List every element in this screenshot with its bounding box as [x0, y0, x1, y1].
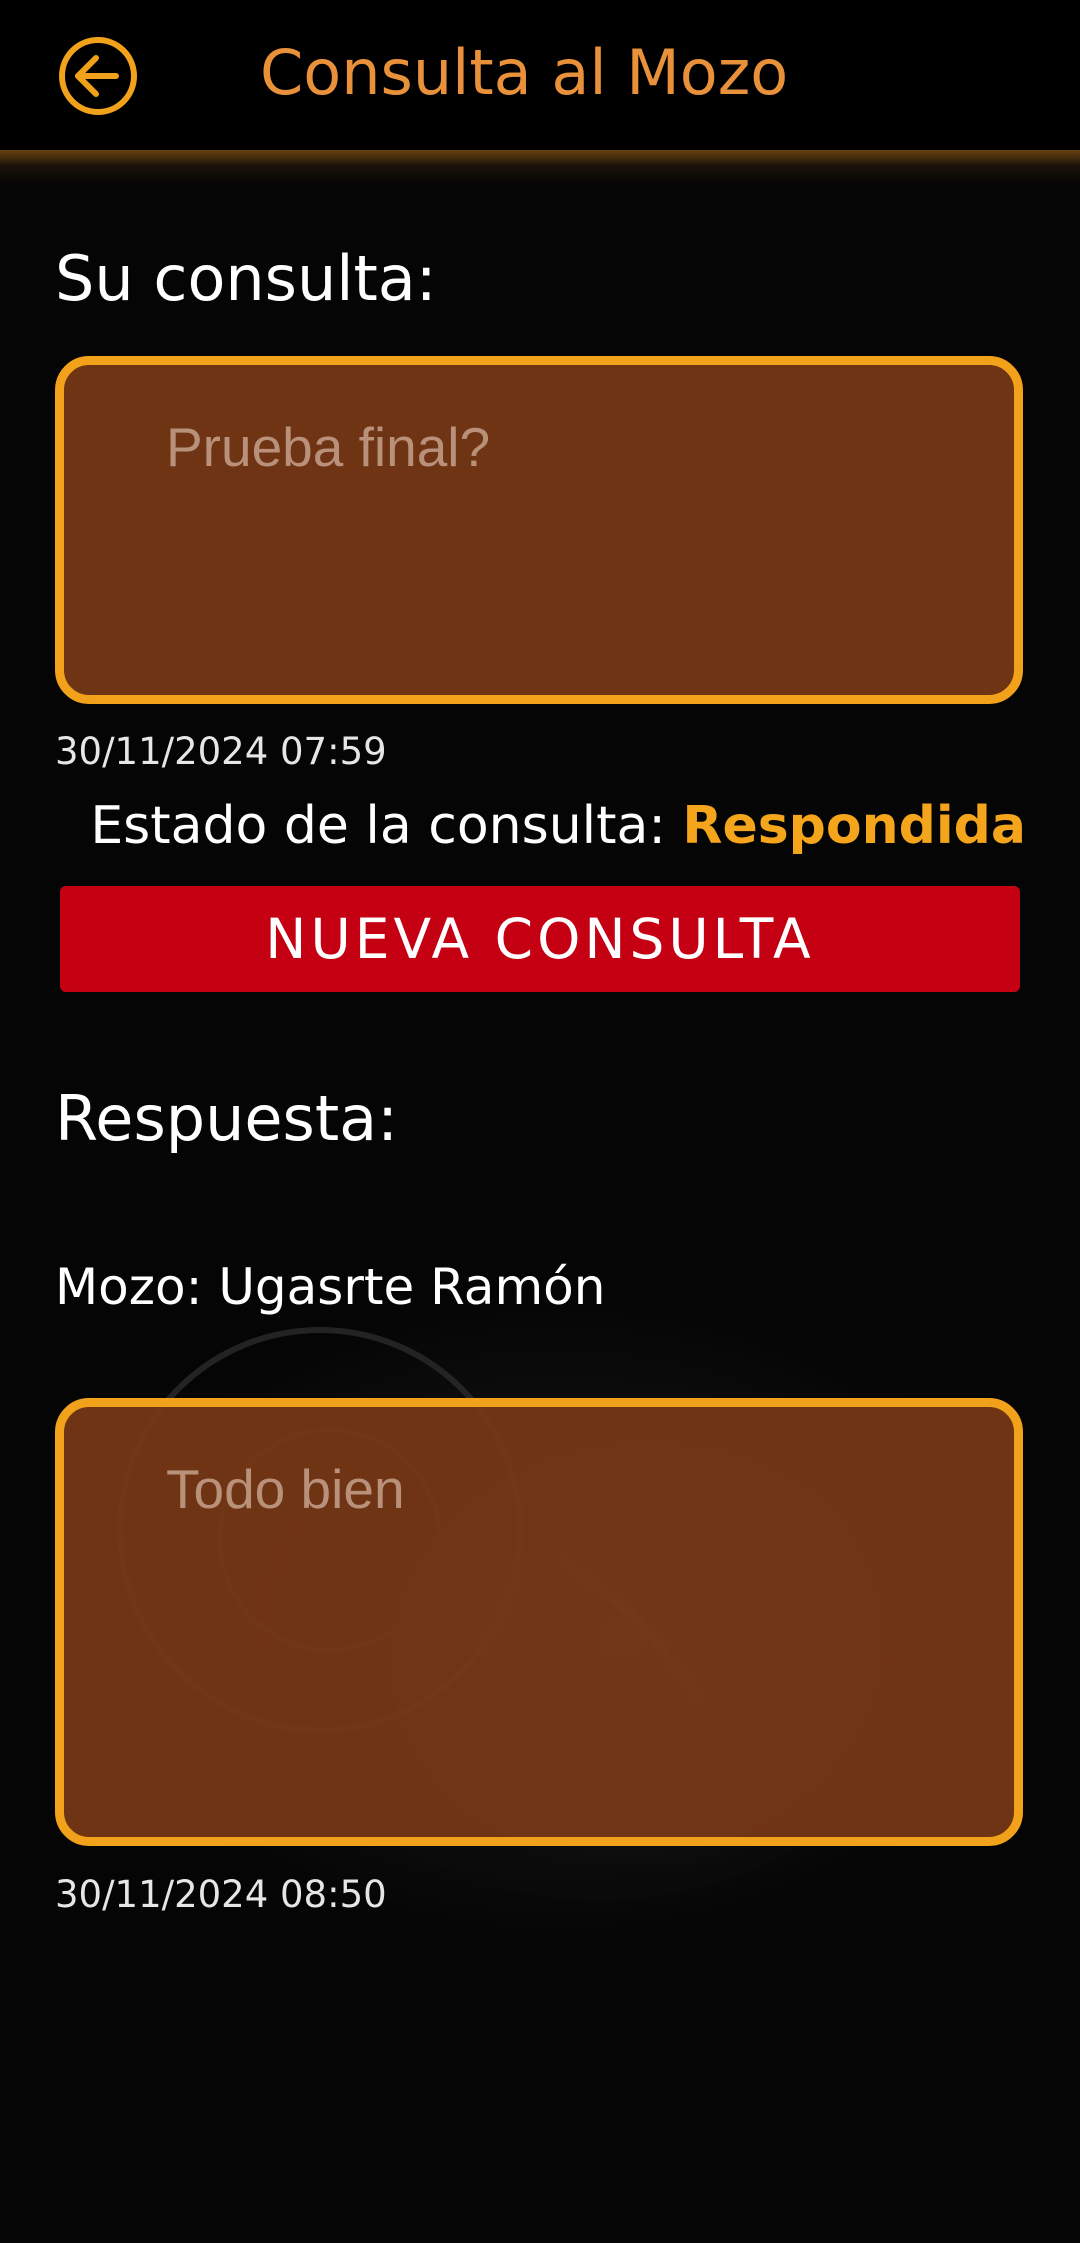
query-status: Estado de la consulta: Respondida — [90, 796, 1026, 856]
app-bar-shadow — [0, 150, 1080, 184]
response-timestamp: 30/11/2024 08:50 — [55, 1873, 387, 1916]
new-query-button[interactable]: NUEVA CONSULTA — [60, 886, 1020, 992]
query-label: Su consulta: — [55, 242, 437, 315]
status-badge: Respondida — [682, 796, 1026, 856]
query-text: Prueba final? — [166, 416, 491, 478]
arrow-left-circle-icon — [59, 37, 137, 115]
status-label: Estado de la consulta: — [90, 796, 666, 856]
query-timestamp: 30/11/2024 07:59 — [55, 730, 387, 773]
waiter-info: Mozo: Ugasrte Ramón — [55, 1258, 605, 1316]
response-text: Todo bien — [166, 1458, 405, 1520]
back-button[interactable] — [56, 34, 140, 118]
response-text-box: Todo bien — [55, 1398, 1023, 1846]
waiter-prefix: Mozo: — [55, 1258, 203, 1316]
consulta-screen: Consulta al Mozo Su consulta: Prueba fin… — [0, 0, 1080, 2243]
response-label: Respuesta: — [55, 1082, 399, 1155]
page-title: Consulta al Mozo — [260, 36, 789, 109]
app-bar: Consulta al Mozo — [0, 0, 1080, 155]
query-text-box[interactable]: Prueba final? — [55, 356, 1023, 704]
waiter-name: Ugasrte Ramón — [218, 1258, 606, 1316]
